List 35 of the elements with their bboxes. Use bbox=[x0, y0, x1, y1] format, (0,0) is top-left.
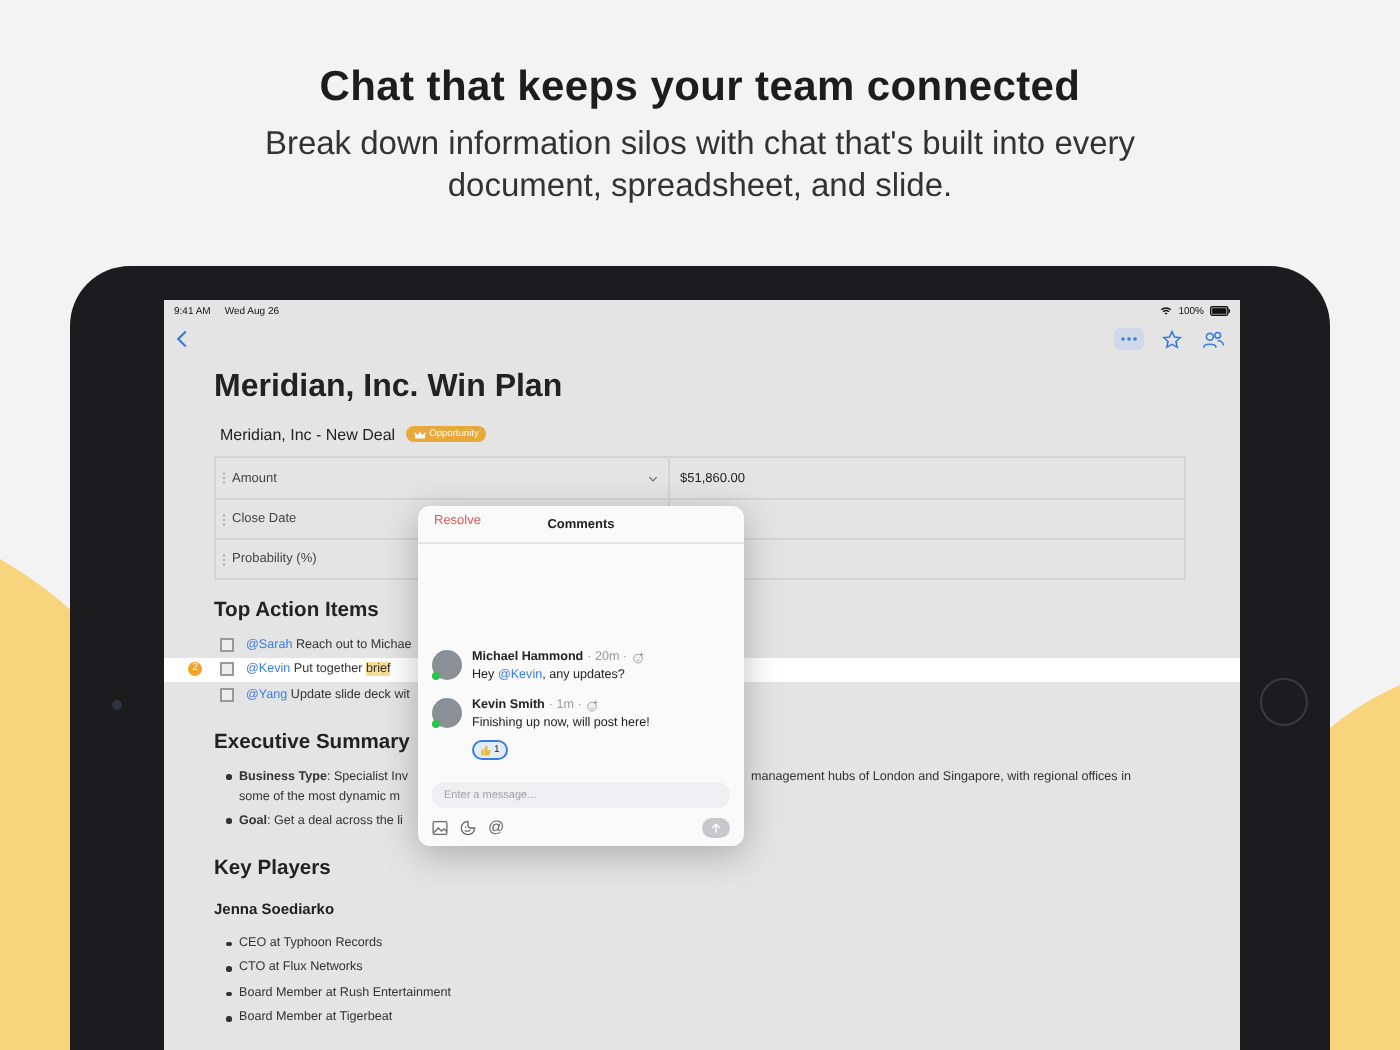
home-button[interactable] bbox=[1260, 678, 1308, 726]
bullet-icon bbox=[226, 991, 231, 996]
favorite-star-button[interactable] bbox=[1156, 328, 1186, 350]
add-reaction-icon[interactable] bbox=[585, 699, 598, 711]
arrow-up-icon bbox=[710, 821, 722, 833]
send-button[interactable] bbox=[702, 817, 730, 837]
bullet-icon bbox=[226, 818, 231, 823]
people-button[interactable] bbox=[1198, 328, 1228, 350]
section-heading: Executive Summary bbox=[214, 729, 410, 757]
sticker-icon[interactable] bbox=[460, 819, 476, 835]
checkbox[interactable] bbox=[220, 662, 234, 677]
bullet-icon bbox=[226, 1016, 231, 1021]
back-icon[interactable] bbox=[176, 330, 188, 348]
document-title: Meridian, Inc. Win Plan bbox=[214, 368, 565, 408]
bullet-icon bbox=[226, 774, 231, 779]
more-icon bbox=[1120, 336, 1138, 342]
record-name: Meridian, Inc - New Deal bbox=[220, 425, 396, 443]
section-heading: Top Action Items bbox=[214, 598, 379, 626]
headline: Chat that keeps your team connected bbox=[319, 64, 1081, 112]
image-icon[interactable] bbox=[432, 819, 448, 835]
add-reaction-icon[interactable] bbox=[631, 651, 644, 663]
subheadline: Break down information silos with chat that's built into every document, spreadsheet, and slide. bbox=[262, 124, 1138, 208]
battery-icon bbox=[1210, 306, 1230, 316]
thumbs-up-icon bbox=[480, 744, 492, 756]
caret-icon[interactable] bbox=[648, 475, 658, 481]
bullet-icon bbox=[226, 966, 231, 971]
crown-icon bbox=[413, 429, 426, 439]
checkbox[interactable] bbox=[220, 637, 234, 652]
bullet-icon bbox=[226, 941, 231, 946]
mention-button[interactable]: @ bbox=[488, 819, 505, 835]
checkbox[interactable] bbox=[220, 687, 234, 702]
more-button[interactable] bbox=[1114, 328, 1144, 350]
camera-icon bbox=[112, 700, 122, 710]
wifi-icon bbox=[1160, 306, 1173, 316]
section-heading: Key Players bbox=[214, 855, 331, 883]
